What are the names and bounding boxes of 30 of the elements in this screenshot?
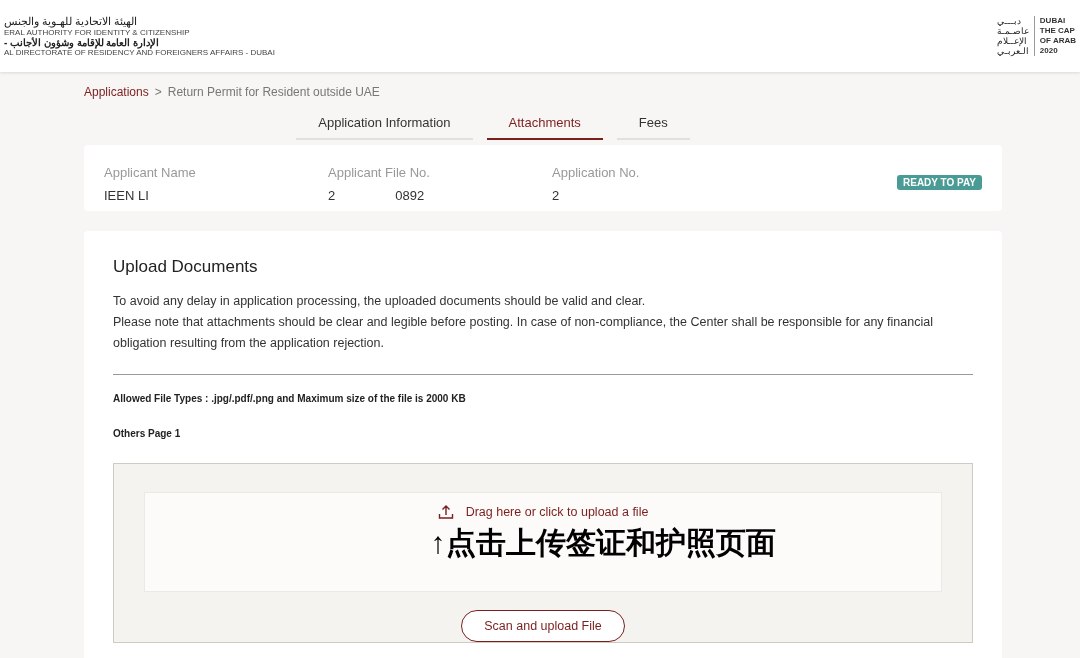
document-label: Others Page 1 bbox=[113, 428, 182, 439]
logo-text: الإدارة العامة للإقامة وشؤون الأجانب - bbox=[4, 37, 160, 48]
tab[interactable]: Attachments bbox=[486, 109, 603, 140]
file-types-note: Allowed File Types : .jpg/.pdf/.png and Maximum size of the file is 2000 KB bbox=[113, 393, 467, 404]
field-value: IEEN LI bbox=[104, 188, 149, 203]
logo-text: الهيئة الاتحادية للهـوية والجنس bbox=[4, 15, 138, 28]
field-label: Applicant Name bbox=[104, 165, 197, 180]
breadcrumb-current: Return Permit for Resident outside UAE bbox=[167, 85, 380, 99]
field-label: Application No. bbox=[552, 165, 641, 180]
upload-icon bbox=[437, 504, 454, 520]
field-value: 0892 bbox=[395, 188, 425, 203]
drop-zone[interactable]: Drag here or click to upload a file ↑点击上传签证和护照页面 bbox=[144, 492, 942, 592]
tab[interactable]: Application Information bbox=[296, 109, 473, 140]
field-value: 2 bbox=[552, 188, 560, 203]
breadcrumb-separator: > bbox=[154, 85, 162, 99]
logo-text: ERAL AUTHORITY FOR IDENTITY & CITIZENSHIP bbox=[4, 28, 190, 37]
tab[interactable]: Fees bbox=[616, 109, 690, 140]
breadcrumb-link[interactable]: Applications bbox=[84, 85, 149, 99]
upload-link[interactable]: Drag here or click to upload a file bbox=[431, 503, 655, 521]
annotation-text: ↑点击上传签证和护照页面 bbox=[430, 525, 776, 561]
section-title: Upload Documents bbox=[113, 257, 259, 277]
field-label: Applicant File No. bbox=[328, 165, 431, 180]
logo-text: دبـــي عاصـمـة الإعــلام الـعربـي bbox=[996, 16, 1029, 56]
instruction-text: Please note that attachments should be clear and legible before posting. In case of non-compliance, the Center shall be responsible for any financial obligation resulting from the application rejection. bbox=[113, 314, 934, 352]
instruction-text: To avoid any delay in application processing, the uploaded documents should be valid and clear. bbox=[113, 293, 647, 310]
status-badge: READY TO PAY bbox=[897, 175, 982, 190]
field-value: 2 bbox=[328, 188, 336, 203]
logo-text: DUBAI THE CAP OF ARAB 2020 bbox=[1039, 16, 1076, 56]
scan-upload-button[interactable]: Scan and upload File bbox=[461, 610, 625, 642]
logo-text: AL DIRECTORATE OF RESIDENCY AND FOREIGNERS AFFAIRS - DUBAI bbox=[4, 48, 275, 57]
